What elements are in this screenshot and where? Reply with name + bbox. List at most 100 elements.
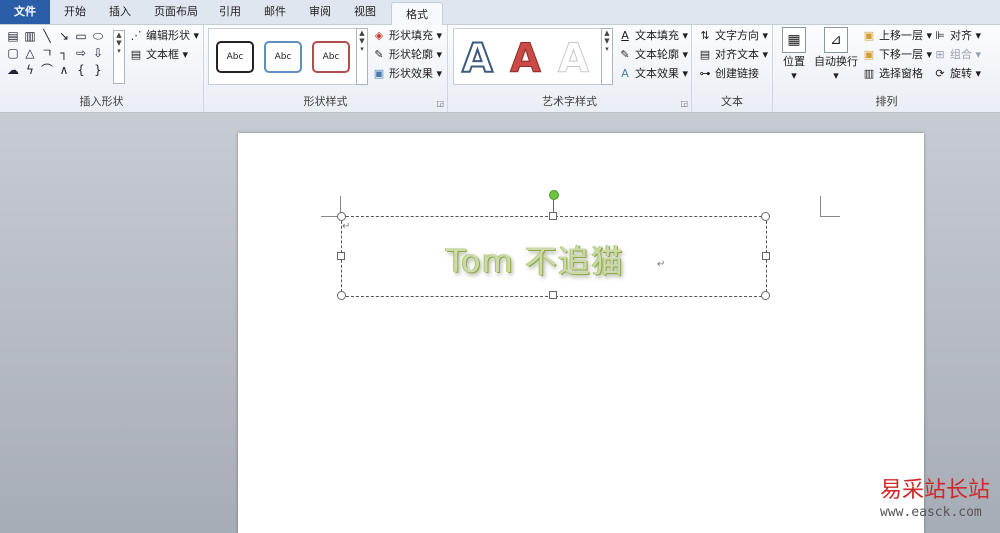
text-outline-icon: ✎ [620,48,630,61]
text-direction-icon: ⇅ [700,29,710,42]
wrap-text-button[interactable]: ⊿ 自动换行 ▾ [813,27,859,82]
group-label-wordart-styles: 艺术字样式 [542,95,597,108]
paragraph-mark-icon: ↵ [342,221,351,232]
tab-mailings[interactable]: 邮件 [257,0,293,24]
ribbon-tab-bar: 文件 开始 插入 页面布局 引用 邮件 审阅 视图 格式 [0,0,1000,26]
paragraph-mark-end-icon: ↵ [657,259,666,270]
pen-outline-icon: ✎ [374,48,384,61]
align-text-icon: ▤ [699,48,711,61]
watermark-url: www.easck.com [880,505,982,520]
text-box-icon: ▤ [130,48,142,61]
right-arrow-shape-icon[interactable]: ⇨ [74,47,88,59]
elbow-connector-shape-icon[interactable]: ㄱ [40,47,54,59]
tab-review[interactable]: 审阅 [302,0,338,24]
wordart-styles-dialog-launcher-icon[interactable]: ◲ [680,99,688,108]
create-link-button[interactable]: ⊶ 创建链接 [698,65,760,83]
line-shape-icon[interactable]: ╲ [40,30,54,42]
edit-shape-button[interactable]: ⋰ 编辑形状 ▾ [129,27,200,45]
rotation-handle[interactable] [549,190,559,200]
down-arrow-shape-icon[interactable]: ⇩ [91,47,105,59]
rounded-rectangle-shape-icon[interactable]: ▢ [6,47,20,59]
text-fill-button[interactable]: A 文本填充 ▾ [618,27,688,45]
arrow-line-shape-icon[interactable]: ↘ [57,30,71,42]
wordart-style-outline-blue[interactable]: A [461,36,494,82]
wordart-styles-gallery: A A A [453,28,605,85]
rotate-button[interactable]: ⟳ 旋转 ▾ [933,65,981,83]
tab-insert[interactable]: 插入 [102,0,138,24]
wordart-style-red[interactable]: A [510,37,542,82]
position-icon: ▦ [782,27,806,53]
group-text: ⇅ 文字方向 ▾ ▤ 对齐文本 ▾ ⊶ 创建链接 文本 [692,25,773,112]
left-brace-shape-icon[interactable]: { [74,64,88,76]
edit-points-icon: ⋰ [130,29,142,42]
resize-handle-top-right[interactable] [761,212,770,221]
rectangle-shape-icon[interactable]: ▭ [74,30,88,42]
selection-pane-button[interactable]: ▥ 选择窗格 [862,65,923,83]
text-outline-button[interactable]: ✎ 文本轮廓 ▾ [618,46,688,64]
wordart-styles-scrollbar[interactable]: ▲ ▼ ▾ [601,28,613,85]
triangle-shape-icon[interactable]: △ [23,47,37,59]
shape-style-red[interactable]: Abc [312,41,350,73]
text-direction-button[interactable]: ⇅ 文字方向 ▾ [698,27,768,45]
tab-file[interactable]: 文件 [0,0,50,24]
text-fill-icon: A [621,29,629,42]
align-button[interactable]: ⊫ 对齐 ▾ [933,27,981,45]
elbow-arrow-connector-shape-icon[interactable]: ┐ [57,47,71,59]
resize-handle-bottom-left[interactable] [337,291,346,300]
text-box-button[interactable]: ▤ 文本框 ▾ [129,46,188,64]
bring-forward-icon: ▣ [863,29,875,42]
shapes-gallery-scrollbar[interactable]: ▲ ▼ ▾ [113,30,125,84]
shape-style-blue[interactable]: Abc [264,41,302,73]
wordart-style-light[interactable]: A [558,37,590,82]
link-icon: ⊶ [699,67,711,80]
tab-references[interactable]: 引用 [212,0,248,24]
shapes-gallery[interactable]: ▤ ▥ ╲ ↘ ▭ ⬭ ▢ △ ㄱ ┐ ⇨ ⇩ ☁ ϟ ⌒ ∧ { } [6,30,110,82]
group-objects-button[interactable]: ⊞ 组合 ▾ [933,46,981,64]
resize-handle-bottom[interactable] [549,291,557,299]
wordart-text[interactable]: Tom 不追猫 [446,236,624,282]
tab-format[interactable]: 格式 [391,2,443,26]
text-effects-button[interactable]: A 文本效果 ▾ [618,65,688,83]
group-label-insert-shapes: 插入形状 [79,95,124,108]
curve-shape-icon[interactable]: ∧ [57,64,71,76]
resize-handle-bottom-right[interactable] [761,291,770,300]
group-label-text: 文本 [721,95,743,108]
tab-view[interactable]: 视图 [347,0,383,24]
resize-handle-left[interactable] [337,252,345,260]
selection-pane-icon: ▥ [863,67,875,80]
align-text-button[interactable]: ▤ 对齐文本 ▾ [698,46,768,64]
shape-fill-button[interactable]: ◈ 形状填充 ▾ [372,27,442,45]
group-objects-icon: ⊞ [935,48,945,61]
group-label-shape-styles: 形状样式 [303,95,348,108]
shape-styles-scrollbar[interactable]: ▲ ▼ ▾ [356,28,368,85]
position-button[interactable]: ▦ 位置 ▾ [779,27,809,82]
freeform-shape-icon[interactable]: ☁ [6,64,20,76]
text-effects-icon: A [621,67,629,80]
bring-forward-button[interactable]: ▣ 上移一层 ▾ [862,27,932,45]
resize-handle-right[interactable] [762,252,770,260]
send-backward-icon: ▣ [863,48,875,61]
resize-handle-top-left[interactable] [337,212,346,221]
lightning-shape-icon[interactable]: ϟ [23,64,37,76]
group-label-arrange: 排列 [875,95,898,108]
chevron-down-icon: ▾ [833,69,839,82]
shape-effects-button[interactable]: ▣ 形状效果 ▾ [372,65,442,83]
ribbon: ▤ ▥ ╲ ↘ ▭ ⬭ ▢ △ ㄱ ┐ ⇨ ⇩ ☁ ϟ ⌒ ∧ { } ▲ ▼ ▾ … [0,25,1000,113]
oval-shape-icon[interactable]: ⬭ [91,30,105,42]
tab-home[interactable]: 开始 [57,0,93,24]
vertical-text-box-shape-icon[interactable]: ▥ [23,30,37,42]
resize-handle-top[interactable] [549,212,557,220]
tab-page-layout[interactable]: 页面布局 [148,0,204,24]
shape-style-black[interactable]: Abc [216,41,254,73]
group-arrange: ▦ 位置 ▾ ⊿ 自动换行 ▾ ▣ 上移一层 ▾ ▣ 下移一层 ▾ ▥ 选择窗格 ⊫ 对齐 … [773,25,1000,112]
shape-outline-button[interactable]: ✎ 形状轮廓 ▾ [372,46,442,64]
shape-styles-dialog-launcher-icon[interactable]: ◲ [436,99,444,108]
wrap-text-icon: ⊿ [824,27,848,53]
chevron-down-icon: ▾ [791,69,797,82]
text-box-shape-icon[interactable]: ▤ [6,30,20,42]
document-page[interactable] [238,133,924,533]
send-backward-button[interactable]: ▣ 下移一层 ▾ [862,46,932,64]
arc-shape-icon[interactable]: ⌒ [40,64,54,76]
crop-mark-top-right-horizontal [820,216,840,217]
right-brace-shape-icon[interactable]: } [91,64,105,76]
